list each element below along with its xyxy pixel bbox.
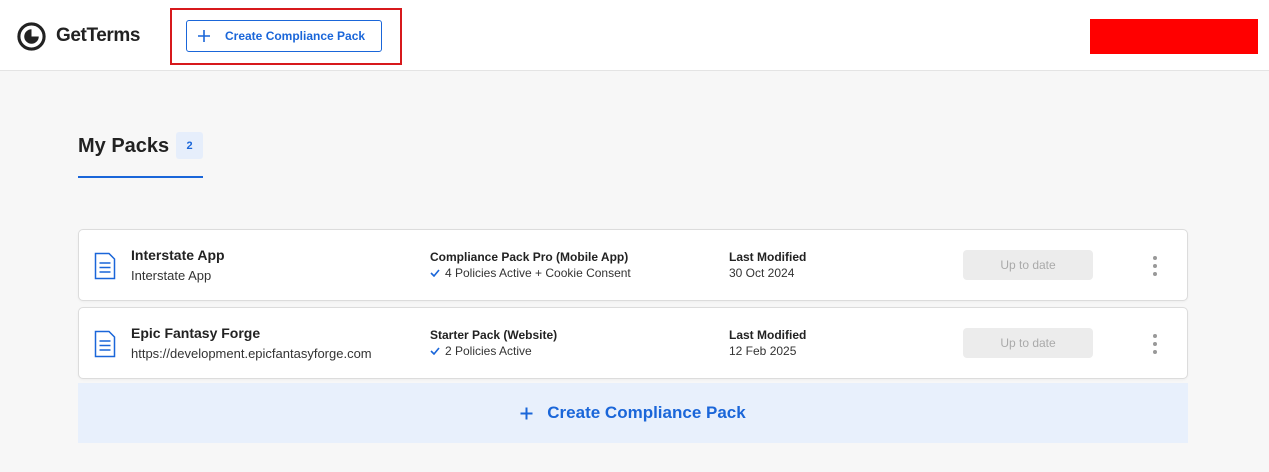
status-button[interactable]: Up to date (963, 250, 1093, 280)
plus-icon (520, 407, 533, 419)
pack-subtitle: https://development.epicfantasyforge.com (131, 346, 372, 361)
page-title: My Packs (78, 135, 170, 157)
last-modified-date: 12 Feb 2025 (729, 344, 797, 358)
create-compliance-pack-button[interactable]: Create Compliance Pack (186, 20, 382, 52)
document-icon (94, 252, 116, 280)
redacted-account-area (1090, 19, 1258, 54)
brand-logo[interactable]: GetTerms (16, 20, 140, 52)
top-bar: GetTerms Create Compliance Pack (0, 0, 1269, 71)
pack-card[interactable]: Epic Fantasy Forge https://development.e… (78, 307, 1188, 379)
plus-icon (198, 30, 210, 42)
pack-plan: Compliance Pack Pro (Mobile App) (430, 250, 629, 264)
last-modified-label: Last Modified (729, 250, 807, 264)
pack-policies-text: 2 Policies Active (445, 344, 532, 358)
pack-policies: 4 Policies Active + Cookie Consent (430, 266, 631, 280)
getterms-logo-icon (17, 21, 46, 51)
pack-subtitle: Interstate App (131, 268, 212, 283)
brand-name: GetTerms (56, 25, 141, 46)
pack-count-badge: 2 (176, 132, 203, 159)
pack-name[interactable]: Interstate App (131, 247, 225, 263)
active-tab-underline (78, 176, 203, 178)
more-vertical-icon[interactable] (1149, 334, 1161, 354)
status-button[interactable]: Up to date (963, 328, 1093, 358)
check-icon (430, 347, 440, 355)
last-modified-date: 30 Oct 2024 (729, 266, 795, 280)
pack-card[interactable]: Interstate App Interstate App Compliance… (78, 229, 1188, 301)
check-icon (430, 269, 440, 277)
pack-policies-text: 4 Policies Active + Cookie Consent (445, 266, 631, 280)
document-icon (94, 330, 116, 358)
create-compliance-pack-banner-label: Create Compliance Pack (547, 403, 746, 422)
pack-name[interactable]: Epic Fantasy Forge (131, 325, 260, 341)
last-modified-label: Last Modified (729, 328, 807, 342)
create-compliance-pack-label: Create Compliance Pack (225, 29, 366, 43)
pack-policies: 2 Policies Active (430, 344, 532, 358)
create-compliance-pack-banner[interactable]: Create Compliance Pack (78, 383, 1188, 443)
pack-plan: Starter Pack (Website) (430, 328, 558, 342)
more-vertical-icon[interactable] (1149, 256, 1161, 276)
